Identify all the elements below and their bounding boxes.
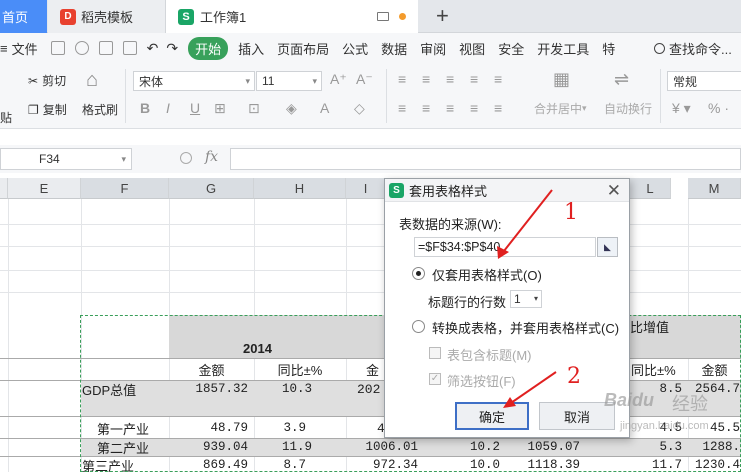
watermark-text: 经验 (672, 394, 708, 414)
baidu-watermark: Baidu 经验 jingyan.baidu.com (598, 386, 741, 446)
watermark-url: jingyan.baidu.com (620, 420, 709, 432)
annotation-number: 1 (564, 200, 578, 225)
annotation-number: 2 (567, 364, 581, 389)
watermark-brand: Baidu (604, 390, 655, 410)
